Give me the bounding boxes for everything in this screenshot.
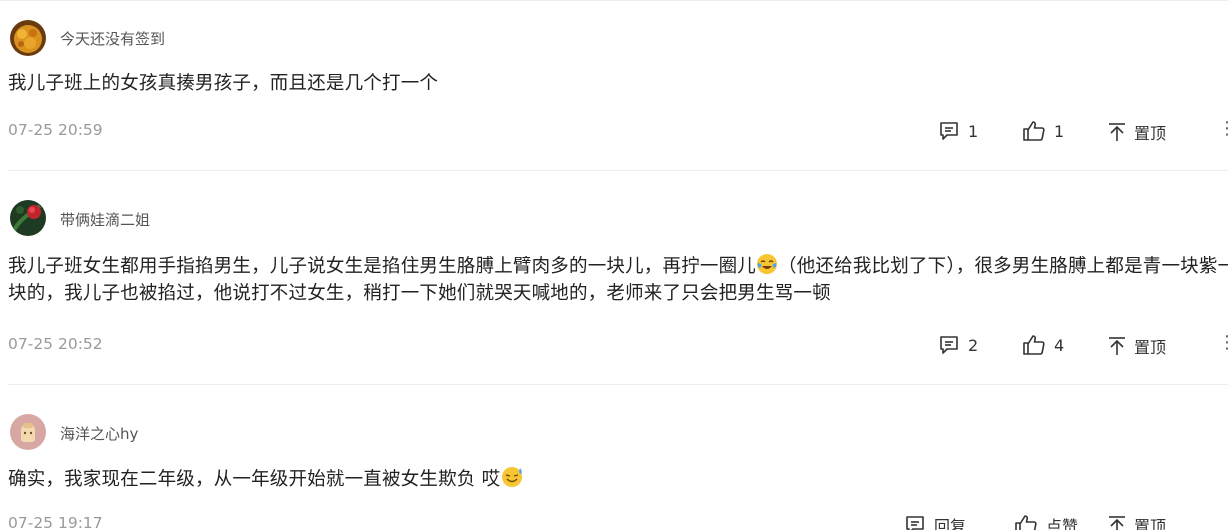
comment-icon (940, 336, 958, 354)
pin-label: 置顶 (1134, 338, 1167, 357)
top-divider (0, 0, 1228, 1)
like-count: 1 (1054, 121, 1065, 141)
thumbs-up-icon (1023, 121, 1045, 141)
timestamp: 07-25 20:59 (8, 121, 103, 139)
pin-top-icon (1109, 123, 1125, 141)
pin-label: 置顶 (1134, 517, 1167, 530)
pin-button[interactable]: 置顶 (1108, 334, 1166, 358)
reply-count: 2 (968, 335, 979, 355)
pin-button[interactable]: 置顶 (1108, 120, 1166, 144)
comment-text: 我儿子班上的女孩真揍男孩子，而且还是几个打一个 (8, 73, 439, 94)
username[interactable]: 海洋之心hy (60, 423, 138, 444)
reply-label: 回复 (934, 517, 967, 530)
like-count: 4 (1054, 335, 1065, 355)
reply-button[interactable]: 2 (938, 334, 978, 356)
reply-button[interactable]: 回复 (904, 513, 966, 530)
pin-top-icon (1109, 337, 1125, 355)
comment-text: 我儿子班女生都用手指掐男生，儿子说女生是掐住男生胳膊上臂肉多的一块儿，再拧一圈儿… (8, 253, 1228, 307)
more-options-icon[interactable]: ⋮ (1218, 332, 1228, 353)
username[interactable]: 今天还没有签到 (60, 28, 165, 49)
reply-count: 1 (968, 121, 979, 141)
like-button[interactable]: 1 (1022, 120, 1064, 142)
comment-feed: 今天还没有签到 我儿子班上的女孩真揍男孩子，而且还是几个打一个 07-25 20… (0, 0, 1228, 530)
comment-icon (906, 516, 924, 530)
like-button[interactable]: 4 (1022, 334, 1064, 356)
more-options-icon[interactable]: ⋮ (1218, 118, 1228, 139)
sweat-smile-emoji (502, 467, 523, 487)
comment-text: 确实，我家现在二年级，从一年级开始就一直被女生欺负 哎 (8, 466, 1228, 493)
like-label: 点赞 (1046, 517, 1079, 530)
thumbs-up-icon (1015, 515, 1037, 530)
reply-button[interactable]: 1 (938, 120, 978, 142)
comment-text-part: 我儿子班女生都用手指掐男生，儿子说女生是掐住男生胳膊上臂肉多的一块儿，再拧一圈儿 (8, 256, 757, 277)
divider (8, 170, 1228, 171)
flower-avatar-icon[interactable] (10, 200, 46, 236)
food-avatar-icon[interactable] (10, 20, 46, 56)
timestamp: 07-25 20:52 (8, 335, 103, 353)
thumbs-up-icon (1023, 335, 1045, 355)
timestamp: 07-25 19:17 (8, 514, 103, 530)
pin-button[interactable]: 置顶 (1108, 513, 1166, 530)
pin-label: 置顶 (1134, 124, 1167, 143)
comment-text-part: 确实，我家现在二年级，从一年级开始就一直被女生欺负 哎 (8, 469, 501, 490)
cartoon-avatar-icon[interactable] (10, 414, 46, 450)
username[interactable]: 带俩娃滴二姐 (60, 209, 150, 230)
like-button[interactable]: 点赞 (1014, 513, 1078, 530)
pin-top-icon (1109, 516, 1125, 530)
comment-icon (940, 122, 958, 140)
divider (8, 384, 1228, 385)
laugh-cry-emoji (757, 254, 778, 274)
